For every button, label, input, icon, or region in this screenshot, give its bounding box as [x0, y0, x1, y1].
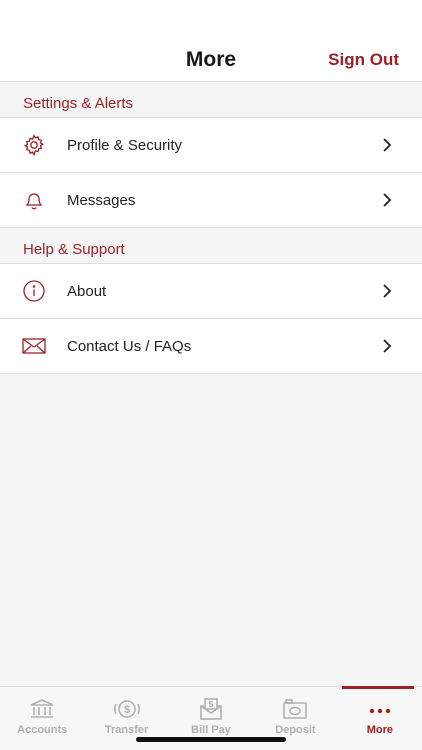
tab-label: Accounts [17, 724, 68, 736]
section-header-help: Help & Support [0, 228, 422, 264]
tab-label: Deposit [275, 724, 316, 736]
status-bar [0, 0, 422, 40]
list-item-contact-faqs[interactable]: Contact Us / FAQs [0, 319, 422, 374]
gear-icon [21, 132, 47, 158]
tab-accounts[interactable]: Accounts [0, 687, 84, 750]
tab-label: Bill Pay [191, 724, 231, 736]
camera-icon [280, 697, 310, 721]
header: More Sign Out [0, 40, 422, 82]
list-item-profile-security[interactable]: Profile & Security [0, 118, 422, 173]
tab-label: More [366, 724, 393, 736]
tab-more[interactable]: More [338, 686, 422, 750]
home-indicator [136, 737, 286, 742]
bank-icon [27, 697, 57, 721]
chevron-right-icon [383, 339, 392, 353]
list-item-about[interactable]: About [0, 264, 422, 319]
transfer-icon: $ [112, 697, 142, 721]
svg-text:$: $ [124, 704, 130, 716]
tab-label: Transfer [104, 724, 149, 736]
list-item-messages[interactable]: Messages [0, 173, 422, 228]
chevron-right-icon [383, 284, 392, 298]
sign-out-button[interactable]: Sign Out [328, 50, 399, 70]
more-dots-icon [365, 697, 395, 721]
bill-pay-icon: $ [196, 697, 226, 721]
chevron-right-icon [383, 138, 392, 152]
chevron-right-icon [383, 193, 392, 207]
list-item-label: Contact Us / FAQs [67, 337, 192, 355]
list-item-label: About [67, 282, 107, 300]
section-header-settings: Settings & Alerts [0, 82, 422, 118]
envelope-icon [21, 333, 47, 359]
info-icon [21, 278, 47, 304]
svg-text:$: $ [209, 700, 214, 709]
list-item-label: Messages [67, 191, 136, 209]
bell-icon [21, 187, 47, 213]
list-item-label: Profile & Security [67, 136, 183, 154]
